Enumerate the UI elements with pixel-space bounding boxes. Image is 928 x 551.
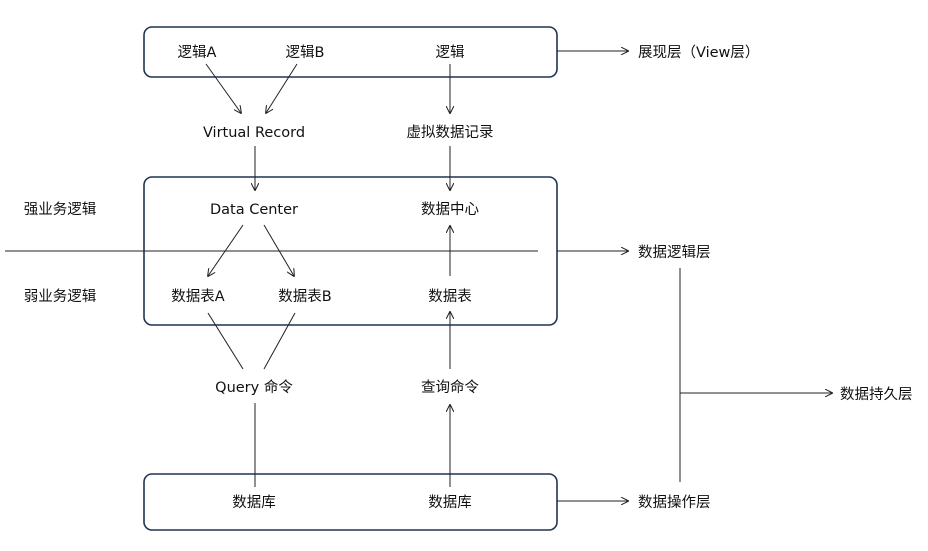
operate-layer-box [143,473,558,531]
edge-logic-b-to-record [266,63,298,113]
node-logic-a: 逻辑A [178,44,217,61]
edge-table-a-to-query [207,312,244,370]
layer-logic-label: 数据逻辑层 [638,244,711,261]
layer-view-label: 展现层（View层） [638,44,759,61]
node-data-center-cn: 数据中心 [421,201,479,218]
node-logic-b: 逻辑B [286,44,325,61]
layer-operate-label: 数据操作层 [638,494,711,511]
edge-logic-a-to-record [205,63,241,113]
node-virtual-record: Virtual Record [203,125,305,141]
node-logic: 逻辑 [436,44,465,61]
architecture-diagram: 逻辑A 逻辑B 逻辑 Virtual Record 虚拟数据记录 强业务逻辑 弱… [5,26,913,531]
node-query-cmd: Query 命令 [215,378,293,396]
label-weak-logic: 弱业务逻辑 [24,288,97,305]
node-query-cmd-cn: 查询命令 [421,378,479,396]
node-table-a: 数据表A [171,288,224,305]
node-table-b: 数据表B [278,288,331,305]
node-table: 数据表 [428,288,472,305]
edge-table-b-to-query [263,312,296,370]
node-virtual-record-cn: 虚拟数据记录 [407,124,494,141]
label-strong-logic: 强业务逻辑 [24,201,97,218]
node-db-left: 数据库 [232,494,276,511]
node-db-right: 数据库 [428,494,472,511]
layer-persist-label: 数据持久层 [840,386,913,403]
node-data-center: Data Center [210,202,298,218]
